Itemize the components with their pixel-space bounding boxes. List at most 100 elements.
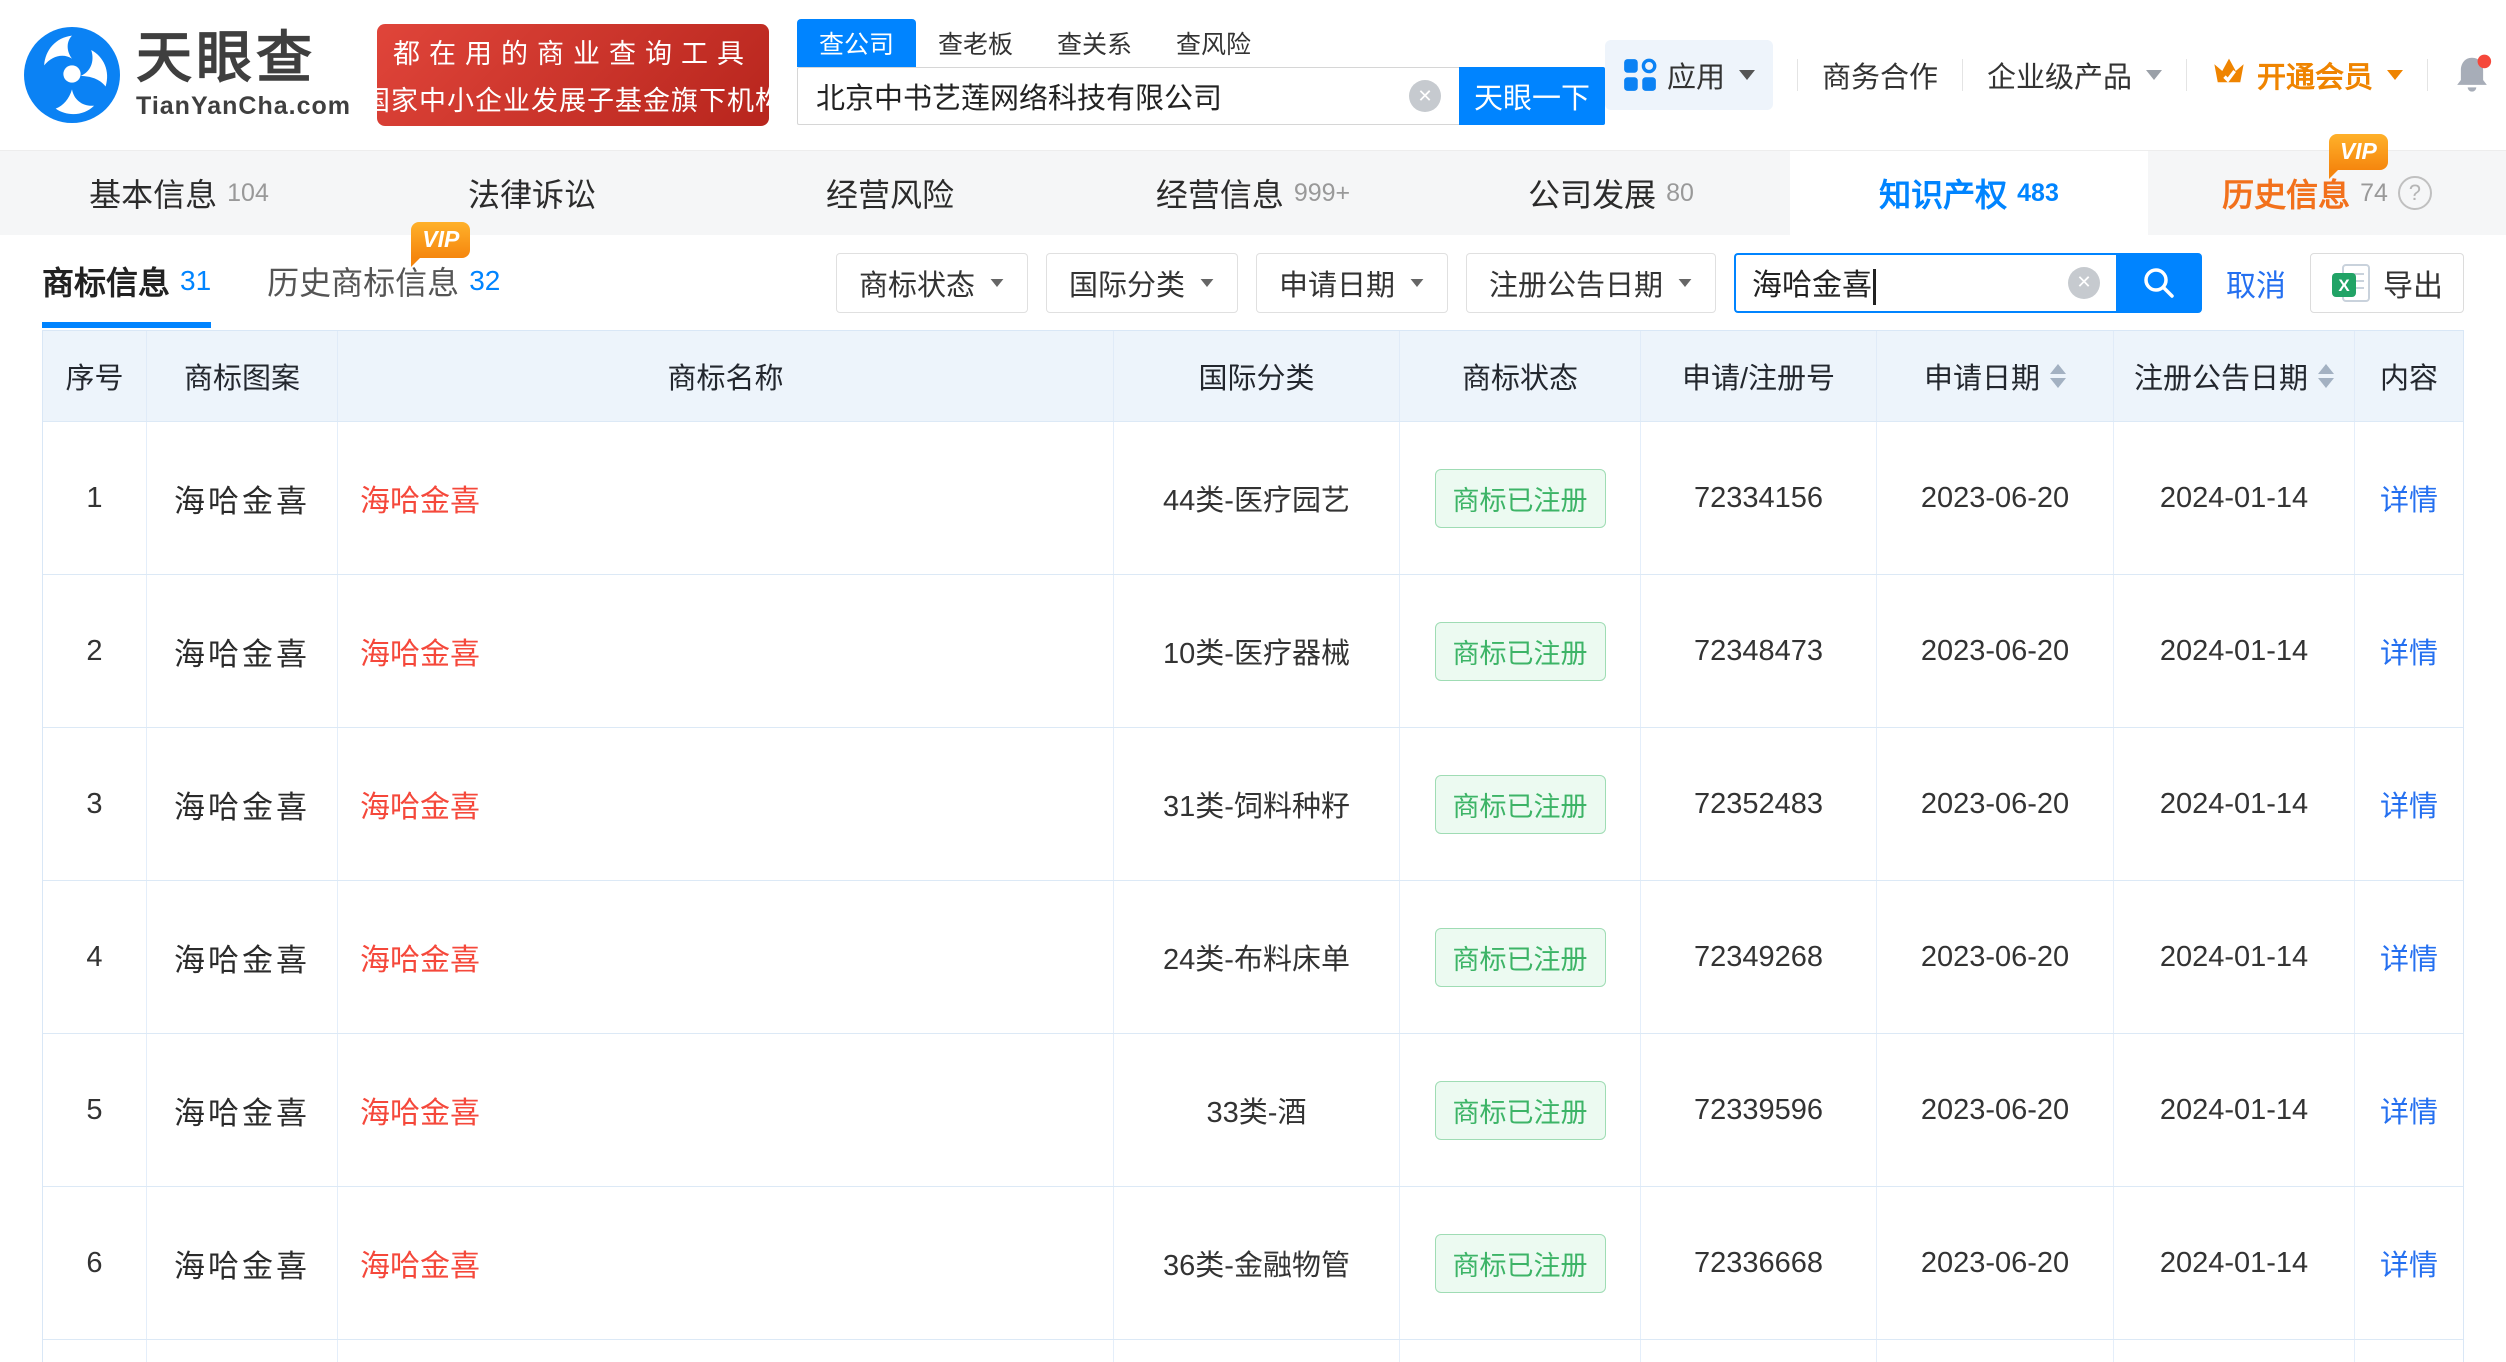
notifications-bell-icon[interactable] [2452,54,2492,96]
open-vip-menu[interactable]: 开通会员 [2211,54,2404,96]
table-row: 2 海哈金喜 海哈金喜 10类-医疗器械 商标已注册 72348473 2023-06-20… [43,574,2463,727]
tab-basic-info[interactable]: 基本信息 104 [0,151,358,235]
company-search-value: 北京中书艺莲网络科技有限公司 [816,83,1223,115]
trademark-name-link[interactable]: 海哈金喜 [338,1187,1114,1339]
trademark-image[interactable]: 海哈金喜 [147,881,338,1033]
trademark-image[interactable]: 海哈金喜 [147,575,338,727]
sort-icon[interactable] [2318,364,2334,388]
trademark-name-link[interactable]: 海哈金喜 [338,881,1114,1033]
global-search: 查公司 查老板 查关系 查风险 北京中书艺莲网络科技有限公司 ✕ 天眼一下 [797,19,1605,125]
col-header-name: 商标名称 [338,331,1114,421]
chevron-down-icon [1200,278,1214,287]
status-cell: 商标已注册 [1400,1034,1641,1186]
col-header-index: 序号 [43,331,147,421]
apply-date: 2023-06-20 [1877,1034,2114,1186]
publish-date: 2024-01-14 [2114,728,2355,880]
detail-link[interactable]: 详情 [2355,881,2463,1033]
publish-date: 2024-01-14 [2114,1034,2355,1186]
tab-operation-risk[interactable]: 经营风险 [716,151,1074,235]
enterprise-products-menu[interactable]: 企业级产品 [1987,54,2163,96]
trademark-search-button[interactable] [2116,252,2202,313]
business-cooperation-link[interactable]: 商务合作 [1822,54,1938,96]
search-submit-button[interactable]: 天眼一下 [1459,67,1605,125]
tab-legal-litigation[interactable]: 法律诉讼 [358,151,716,235]
col-header-regno: 申请/注册号 [1641,331,1877,421]
trademark-search-value: 海哈金喜 [1752,268,1872,302]
apply-date: 2023-06-20 [1877,728,2114,880]
search-tab-risk[interactable]: 查风险 [1154,19,1273,67]
filter-intl-class[interactable]: 国际分类 [1045,252,1238,313]
apply-date: 2023-06-20 [1877,575,2114,727]
intl-class: 10类-医疗器械 [1114,575,1400,727]
search-tab-boss[interactable]: 查老板 [916,19,1035,67]
detail-link[interactable]: 详情 [2355,728,2463,880]
apps-menu[interactable]: 应用 [1605,40,1774,110]
cancel-search-link[interactable]: 取消 [2226,261,2286,305]
filter-publish-date[interactable]: 注册公告日期 [1465,252,1716,313]
search-tab-relation[interactable]: 查关系 [1035,19,1154,67]
filter-apply-date[interactable]: 申请日期 [1255,252,1448,313]
divider [1962,59,1964,91]
company-section-tabs: 基本信息 104 法律诉讼 经营风险 经营信息 999+ 公司发展 80 知识产… [0,134,2506,235]
table-row: 3 海哈金喜 海哈金喜 31类-饲料种籽 商标已注册 72352483 2023-06-20… [43,727,2463,880]
trademark-name-link[interactable]: 海哈金喜 [338,1034,1114,1186]
chevron-down-icon [2387,70,2404,80]
tab-company-development[interactable]: 公司发展 80 [1432,151,1790,235]
trademark-name-link[interactable]: 海哈金喜 [338,575,1114,727]
col-header-class: 国际分类 [1114,331,1400,421]
trademark-image[interactable]: 海哈金喜 [147,422,338,574]
vip-badge: VIP [411,221,471,267]
row-index: 6 [43,1187,147,1339]
sort-icon[interactable] [2050,364,2066,388]
search-tab-company[interactable]: 查公司 [797,19,917,67]
trademark-name-link[interactable]: 海哈金喜 [338,422,1114,574]
text-cursor [1873,269,1876,306]
search-icon [2144,267,2174,298]
apply-date: 2023-06-20 [1877,422,2114,574]
clear-search-icon[interactable]: ✕ [2068,266,2100,299]
status-badge: 商标已注册 [1434,468,1606,528]
table-row: 4 海哈金喜 海哈金喜 24类-布料床单 商标已注册 72349268 2023-06-20… [43,880,2463,1033]
col-header-content: 内容 [2379,363,2438,395]
tab-operation-info[interactable]: 经营信息 999+ [1074,151,1432,235]
detail-link[interactable]: 详情 [2355,422,2463,574]
header-nav: 应用 商务合作 企业级产品 开通会员 肖青羽 [1605,40,2506,110]
intl-class: 24类-布料床单 [1114,881,1400,1033]
status-cell: 商标已注册 [1400,422,1641,574]
export-button[interactable]: X 导出 [2310,252,2464,313]
col-header-apply-date: 申请日期 [1877,331,2114,421]
status-badge: 商标已注册 [1434,1080,1606,1140]
table-header-row: 序号 商标图案 商标名称 国际分类 商标状态 申请/注册号 申请日期 注册公告日… [43,331,2463,421]
trademark-image[interactable]: 海哈金喜 [147,1187,338,1339]
detail-link[interactable]: 详情 [2355,1034,2463,1186]
help-icon[interactable]: ? [2397,176,2432,210]
tab-intellectual-property[interactable]: 知识产权 483 [1790,151,2148,235]
col-header-image: 商标图案 [147,331,338,421]
subtab-trademark-info[interactable]: 商标信息 31 [42,238,212,328]
detail-link[interactable]: 详情 [2355,575,2463,727]
promo-line2: 国家中小企业发展子基金旗下机构 [363,86,783,116]
trademark-name-link[interactable]: 海哈金喜 [338,728,1114,880]
divider [2186,59,2188,91]
col-header-publish-date: 注册公告日期 [2114,331,2355,421]
trademark-image[interactable]: 海哈金喜 [147,1034,338,1186]
detail-link[interactable]: 详情 [2355,1187,2463,1339]
tab-history-info[interactable]: VIP 历史信息 74 ? [2148,134,2506,235]
trademark-search-input[interactable]: 海哈金喜 ✕ [1734,252,2116,313]
subtab-history-trademark-info[interactable]: VIP 历史商标信息 32 [267,221,500,328]
company-search-input[interactable]: 北京中书艺莲网络科技有限公司 ✕ [797,67,1459,125]
clear-search-icon[interactable]: ✕ [1409,80,1441,112]
trademark-subtabs: 商标信息 31 VIP 历史商标信息 32 [42,221,500,328]
filter-trademark-status[interactable]: 商标状态 [835,252,1028,313]
table-row: 1 海哈金喜 海哈金喜 44类-医疗园艺 商标已注册 72334156 2023-06-20… [43,421,2463,574]
reg-number: 72334156 [1641,422,1877,574]
trademark-image[interactable]: 海哈金喜 [147,728,338,880]
tianyancha-logo[interactable]: 天眼查 TianYanCha.com [24,27,351,123]
filter-bar: 商标状态 国际分类 申请日期 注册公告日期 海哈金喜 ✕ 取消 X 导出 [835,252,2464,313]
vip-badge: VIP [2328,134,2388,179]
row-index: 5 [43,1034,147,1186]
apps-label: 应用 [1667,62,1726,94]
crown-icon [2211,55,2247,95]
divider [2427,59,2429,91]
promo-line1: 都在用的商业查询工具 [393,39,753,69]
